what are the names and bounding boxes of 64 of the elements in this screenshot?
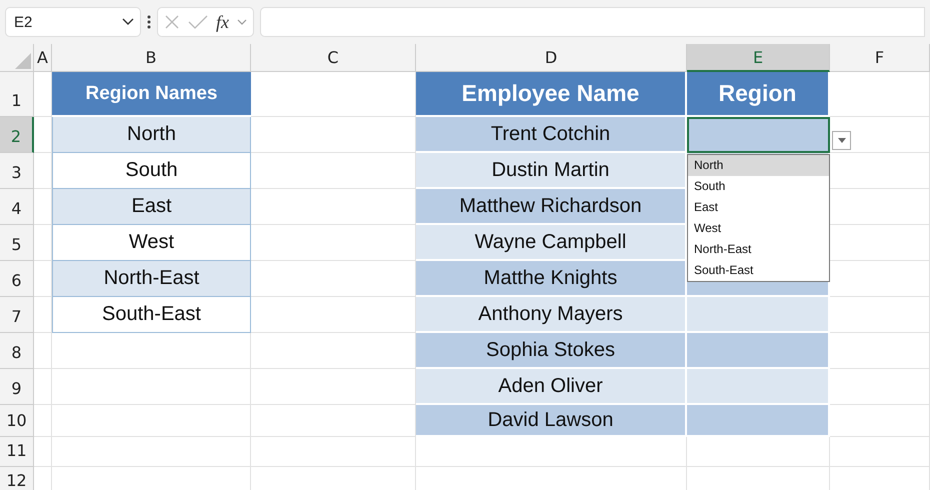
row-header[interactable]: 11 bbox=[0, 437, 34, 467]
row-header[interactable]: 10 bbox=[0, 405, 34, 437]
row-header[interactable]: 8 bbox=[0, 333, 34, 369]
table-cell: Aden Oliver bbox=[416, 369, 687, 405]
table-cell: David Lawson bbox=[416, 405, 687, 437]
cancel-icon[interactable] bbox=[164, 14, 180, 30]
row-header[interactable]: 3 bbox=[0, 153, 34, 189]
grid-cell[interactable] bbox=[830, 437, 930, 467]
name-box[interactable]: E2 bbox=[5, 7, 141, 37]
table-cell: Trent Cotchin bbox=[416, 117, 687, 153]
table-cell: Matthew Richardson bbox=[416, 189, 687, 225]
insert-function-button[interactable]: fx bbox=[216, 12, 229, 32]
check-icon[interactable] bbox=[188, 14, 208, 30]
column-header[interactable]: C bbox=[251, 44, 416, 72]
select-all-corner[interactable] bbox=[0, 44, 34, 72]
column-header[interactable]: D bbox=[416, 44, 687, 72]
column-header[interactable]: F bbox=[830, 44, 930, 72]
table-cell: North bbox=[52, 117, 251, 153]
caret-down-icon bbox=[838, 138, 846, 143]
grid-cell[interactable] bbox=[34, 405, 52, 437]
active-cell[interactable] bbox=[687, 117, 830, 153]
formula-input[interactable] bbox=[260, 7, 925, 37]
table-cell: Anthony Mayers bbox=[416, 297, 687, 333]
grid-cell[interactable] bbox=[52, 369, 251, 405]
table-header: Employee Name bbox=[416, 72, 687, 117]
grid-cell[interactable] bbox=[34, 333, 52, 369]
dropdown-option[interactable]: South bbox=[688, 176, 829, 197]
table-header: Region bbox=[687, 72, 830, 117]
table-cell: North-East bbox=[52, 261, 251, 297]
column-header[interactable]: B bbox=[52, 44, 251, 72]
row-header[interactable]: 7 bbox=[0, 297, 34, 333]
dropdown-option[interactable]: North-East bbox=[688, 239, 829, 260]
dropdown-button[interactable] bbox=[832, 131, 851, 150]
dropdown-option[interactable]: East bbox=[688, 197, 829, 218]
table-cell: Sophia Stokes bbox=[416, 333, 687, 369]
table-cell: East bbox=[52, 189, 251, 225]
row-header[interactable]: 12 bbox=[0, 467, 34, 490]
row-header[interactable]: 4 bbox=[0, 189, 34, 225]
dropdown-option[interactable]: West bbox=[688, 218, 829, 239]
column-header[interactable]: E bbox=[687, 44, 830, 72]
row-header[interactable]: 1 bbox=[0, 72, 34, 117]
table-cell: South-East bbox=[52, 297, 251, 333]
grid-cell[interactable] bbox=[251, 437, 416, 467]
chevron-down-icon[interactable] bbox=[237, 18, 247, 26]
table-cell: Matthe Knights bbox=[416, 261, 687, 297]
row-header[interactable]: 2 bbox=[0, 117, 34, 153]
more-options-icon[interactable] bbox=[147, 14, 151, 30]
table-cell: South bbox=[52, 153, 251, 189]
row-header[interactable]: 6 bbox=[0, 261, 34, 297]
table-header: Region Names bbox=[52, 72, 251, 117]
table-cell: Wayne Campbell bbox=[416, 225, 687, 261]
triangle-icon bbox=[15, 53, 31, 69]
column-header[interactable]: A bbox=[34, 44, 52, 72]
dropdown-option[interactable]: North bbox=[688, 155, 829, 176]
table-cell: Dustin Martin bbox=[416, 153, 687, 189]
grid-cell[interactable] bbox=[52, 405, 251, 437]
table-cell: West bbox=[52, 225, 251, 261]
dropdown-option[interactable]: South-East bbox=[688, 260, 829, 281]
row-header[interactable]: 9 bbox=[0, 369, 34, 405]
grid-cell[interactable] bbox=[34, 437, 52, 467]
row-header[interactable]: 5 bbox=[0, 225, 34, 261]
grid-cell[interactable] bbox=[52, 437, 251, 467]
grid-cell[interactable] bbox=[34, 369, 52, 405]
chevron-down-icon bbox=[122, 18, 134, 26]
